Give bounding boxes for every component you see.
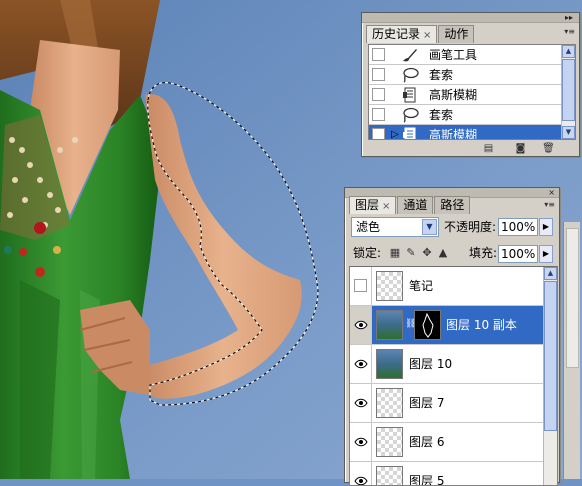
- opacity-slider-arrow-icon[interactable]: ▶: [539, 218, 553, 236]
- hidden-visibility-box[interactable]: [354, 279, 367, 292]
- close-tab-icon[interactable]: ×: [382, 201, 390, 212]
- scrollbar-thumb[interactable]: [544, 281, 557, 431]
- opacity-field[interactable]: 100%: [498, 218, 538, 236]
- visibility-toggle[interactable]: [350, 345, 372, 383]
- filter-document-icon: [403, 127, 416, 139]
- snapshot-camera-icon[interactable]: ◙: [514, 143, 527, 154]
- scrollbar-thumb[interactable]: [562, 59, 575, 121]
- layer-thumbnail: [376, 466, 403, 485]
- panel-dock-strip: [563, 222, 580, 479]
- lock-move-icon[interactable]: ✥: [421, 247, 433, 259]
- scroll-up-icon[interactable]: ▲: [562, 45, 575, 58]
- history-item-current[interactable]: ▷ 高斯模糊: [369, 125, 575, 139]
- layer-row-selected[interactable]: ⛓ 图层 10 副本: [350, 306, 557, 345]
- history-panel: ▸▸ 历史记录 × 动作 ▾≡ 画笔工具 套索 高斯模糊 套索 ▷ 高斯模糊 ▲…: [361, 12, 580, 157]
- blend-mode-select[interactable]: 滤色 ▼: [351, 217, 439, 237]
- visibility-toggle[interactable]: [350, 306, 372, 344]
- layers-panel-tabs: 图层 × 通道 路径: [349, 196, 471, 214]
- lasso-icon: [403, 107, 419, 123]
- history-source-checkbox[interactable]: [372, 88, 385, 101]
- scroll-down-icon[interactable]: ▼: [562, 126, 575, 139]
- chevron-down-icon[interactable]: ▼: [422, 219, 437, 235]
- tab-history[interactable]: 历史记录 ×: [366, 25, 438, 43]
- brush-icon: [403, 49, 417, 62]
- tab-actions[interactable]: 动作: [438, 25, 475, 43]
- lasso-icon: [403, 67, 419, 83]
- panel-menu-icon[interactable]: ▾≡: [564, 27, 575, 36]
- layer-thumbnail: [376, 388, 403, 418]
- history-item[interactable]: 套索: [369, 65, 575, 85]
- layer-row[interactable]: 图层 7: [350, 384, 557, 423]
- layers-panel: × 图层 × 通道 路径 ▾≡ 滤色 ▼ 不透明度: 100% ▶ 锁定: ▦ ✎…: [344, 187, 560, 486]
- collapse-panel-icon[interactable]: ×: [548, 188, 555, 198]
- tab-paths[interactable]: 路径: [434, 196, 471, 214]
- visibility-toggle[interactable]: [350, 423, 372, 461]
- mask-silhouette-icon: [422, 312, 434, 338]
- lock-all-icon[interactable]: ▲: [437, 247, 449, 259]
- history-scrollbar[interactable]: ▲ ▼: [561, 45, 575, 139]
- lock-transparent-icon[interactable]: ▦: [389, 247, 401, 259]
- layer-thumbnail: [376, 427, 403, 457]
- visibility-toggle[interactable]: [350, 462, 372, 485]
- tab-channels[interactable]: 通道: [397, 196, 434, 214]
- lock-paint-icon[interactable]: ✎: [405, 247, 417, 259]
- fill-slider-arrow-icon[interactable]: ▶: [539, 245, 553, 263]
- layer-thumbnail[interactable]: [376, 310, 403, 340]
- visibility-toggle[interactable]: [350, 267, 372, 305]
- layers-scrollbar[interactable]: ▲: [543, 267, 557, 485]
- history-source-checkbox[interactable]: [372, 108, 385, 121]
- history-state-slider-icon[interactable]: ▷: [391, 129, 399, 139]
- history-footer: ▤ ◙ 🗑: [362, 143, 579, 157]
- eye-icon: [354, 398, 368, 408]
- dock-scrollbar[interactable]: [566, 228, 579, 368]
- visibility-toggle[interactable]: [350, 384, 372, 422]
- history-source-checkbox[interactable]: [372, 48, 385, 61]
- fill-field[interactable]: 100%: [498, 245, 538, 263]
- history-item[interactable]: 画笔工具: [369, 45, 575, 65]
- layer-row[interactable]: 图层 5: [350, 462, 557, 485]
- history-item[interactable]: 套索: [369, 105, 575, 125]
- eye-icon: [354, 476, 368, 485]
- layer-row[interactable]: 笔记: [350, 267, 557, 306]
- history-source-checkbox[interactable]: [372, 68, 385, 81]
- new-document-from-state-icon[interactable]: ▤: [482, 143, 495, 154]
- history-panel-tabs: 历史记录 × 动作: [366, 25, 475, 43]
- history-list: 画笔工具 套索 高斯模糊 套索 ▷ 高斯模糊 ▲ ▼: [368, 44, 576, 140]
- scroll-up-icon[interactable]: ▲: [544, 267, 557, 280]
- layer-row[interactable]: 图层 6: [350, 423, 557, 462]
- close-tab-icon[interactable]: ×: [423, 30, 431, 41]
- layer-thumbnail: [376, 271, 403, 301]
- panel-menu-icon[interactable]: ▾≡: [544, 200, 555, 209]
- panel-title-strip[interactable]: ▸▸: [362, 13, 579, 23]
- history-source-checkbox[interactable]: [372, 128, 385, 139]
- layers-list: 笔记 ⛓ 图层 10 副本 图层 10 图层 7 图层 6 图层 5 ▲: [349, 266, 558, 486]
- tab-layers[interactable]: 图层 ×: [349, 196, 397, 214]
- filter-document-icon: [403, 87, 416, 103]
- history-item[interactable]: 高斯模糊: [369, 85, 575, 105]
- collapse-panel-icon[interactable]: ▸▸: [565, 13, 573, 23]
- layer-thumbnail: [376, 349, 403, 379]
- eye-icon: [354, 320, 368, 330]
- layer-mask-thumbnail[interactable]: [414, 310, 441, 340]
- trash-icon[interactable]: 🗑: [542, 143, 555, 154]
- eye-icon: [354, 437, 368, 447]
- layer-row[interactable]: 图层 10: [350, 345, 557, 384]
- eye-icon: [354, 359, 368, 369]
